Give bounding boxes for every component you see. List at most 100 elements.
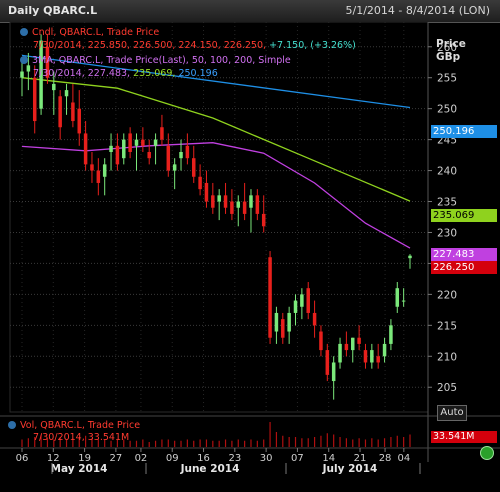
y-tick-label: 230 [437,227,457,239]
x-month-label: May 2014 [51,463,108,475]
ma-legend-title: 3MA, QBARC.L, Trade Price(Last), 50, 100… [32,55,291,66]
volume-legend-title: Vol, QBARC.L, Trade Price [20,420,141,431]
candle-body [268,257,272,338]
candle-body [204,182,209,202]
ma-legend-values: 7/30/2014, 227.483, 235.069, 250.196 [33,68,218,80]
candle-body [172,164,177,171]
ma-legend-100: 235.069, [133,68,176,79]
ma100-tag: 235.069 [431,209,497,222]
candle-body [223,195,228,208]
candle-body [153,139,158,146]
price-legend-values: 7/30/2014, 225.850, 226.500, 224.150, 22… [33,40,356,52]
ma-legend-200: 250.196 [178,68,218,79]
candle-body [370,350,374,363]
candle-body [102,164,107,177]
x-tick-label: 30 [260,453,273,464]
candle-body [287,312,291,332]
price-legend[interactable]: Cndl, QBARC.L, Trade Price [20,27,159,39]
candle-body [274,312,279,332]
x-tick-label: 27 [110,453,123,464]
ma-legend-date: 7/30/2014, [33,68,85,79]
candle-body [249,195,253,208]
candle-body [312,312,317,326]
candle-body [179,152,183,159]
price-axis-unit: GBp [436,51,461,63]
x-tick-label: 02 [135,453,148,464]
volume-legend[interactable]: Vol, QBARC.L, Trade Price [8,420,140,432]
candle-body [325,350,330,375]
candle-body [261,213,266,227]
chart-title: Daily QBARC.L [8,4,98,17]
candle-body [389,325,393,344]
price-legend-change: +7.150, (+3.26%) [269,40,356,51]
y-tick-label: 205 [437,382,457,394]
volume-tag: 33.541M [431,431,497,443]
candle-body [115,145,120,165]
legend-settings-icon[interactable] [20,28,28,36]
candle-body [147,152,151,159]
legend-settings-icon[interactable] [20,56,28,64]
candle-body [363,350,368,363]
candle-body [300,294,304,307]
candle-body [141,139,145,146]
candle-body [357,337,361,344]
candle-body [134,139,139,146]
y-tick-label: 250 [437,104,457,116]
ma200-tag: 250.196 [431,125,497,138]
candle-body [376,356,380,363]
candle-body [122,139,126,159]
price-axis-title: Price [436,38,466,50]
price-legend-title: Cndl, QBARC.L, Trade Price [32,27,160,38]
candle-body [351,337,355,351]
date-range: 5/1/2014 - 8/4/2014 (LON) [345,4,490,17]
candle-body [71,102,75,122]
candle-body [382,343,387,357]
candle-body [58,96,62,128]
candle-body [255,195,260,214]
candle-body [242,201,247,214]
x-tick-label: 09 [166,453,179,464]
candle-body [52,83,56,91]
candle-body [306,288,310,313]
connection-status-icon[interactable] [480,446,494,460]
candle-body [64,90,69,97]
candle-body [109,145,113,152]
candle-body [331,362,336,382]
candle-body [185,145,190,159]
x-tick-label: 28 [379,453,392,464]
auto-scale-button[interactable]: Auto [437,405,467,421]
candle-body [344,343,349,351]
candle-body [408,255,412,259]
x-tick-label: 06 [16,453,29,464]
candle-body [77,108,81,134]
legend-settings-icon[interactable] [8,421,16,429]
y-tick-label: 215 [437,320,457,332]
candle-body [236,201,241,208]
candle-body [32,77,37,122]
candle-body [83,133,88,165]
candle-body [160,127,164,140]
last-price-tag: 226.250 [431,261,497,274]
y-tick-label: 235 [437,197,457,209]
x-tick-label: 04 [397,453,410,464]
x-month-label: June 2014 [180,463,240,475]
candle-body [401,300,406,302]
candle-body [338,343,342,363]
candle-body [128,133,132,152]
candle-body [20,71,24,78]
candle-body [90,164,94,171]
x-tick-label: 07 [291,453,304,464]
ma-legend[interactable]: 3MA, QBARC.L, Trade Price(Last), 50, 100… [20,55,291,67]
title-bar: Daily QBARC.L 5/1/2014 - 8/4/2014 (LON) [0,0,500,23]
candle-body [293,300,298,313]
candle-body [211,195,215,208]
y-tick-label: 255 [437,73,457,85]
price-legend-date: 7/30/2014, [33,40,85,51]
candle-body [198,176,202,190]
x-month-label: July 2014 [322,463,378,475]
volume-legend-values: 7/30/2014, 33.541M [33,432,130,443]
ma-legend-50: 227.483, [87,68,131,79]
ma50-tag: 227.483 [431,248,497,261]
candle-body [96,170,101,183]
candle-body [191,158,196,177]
